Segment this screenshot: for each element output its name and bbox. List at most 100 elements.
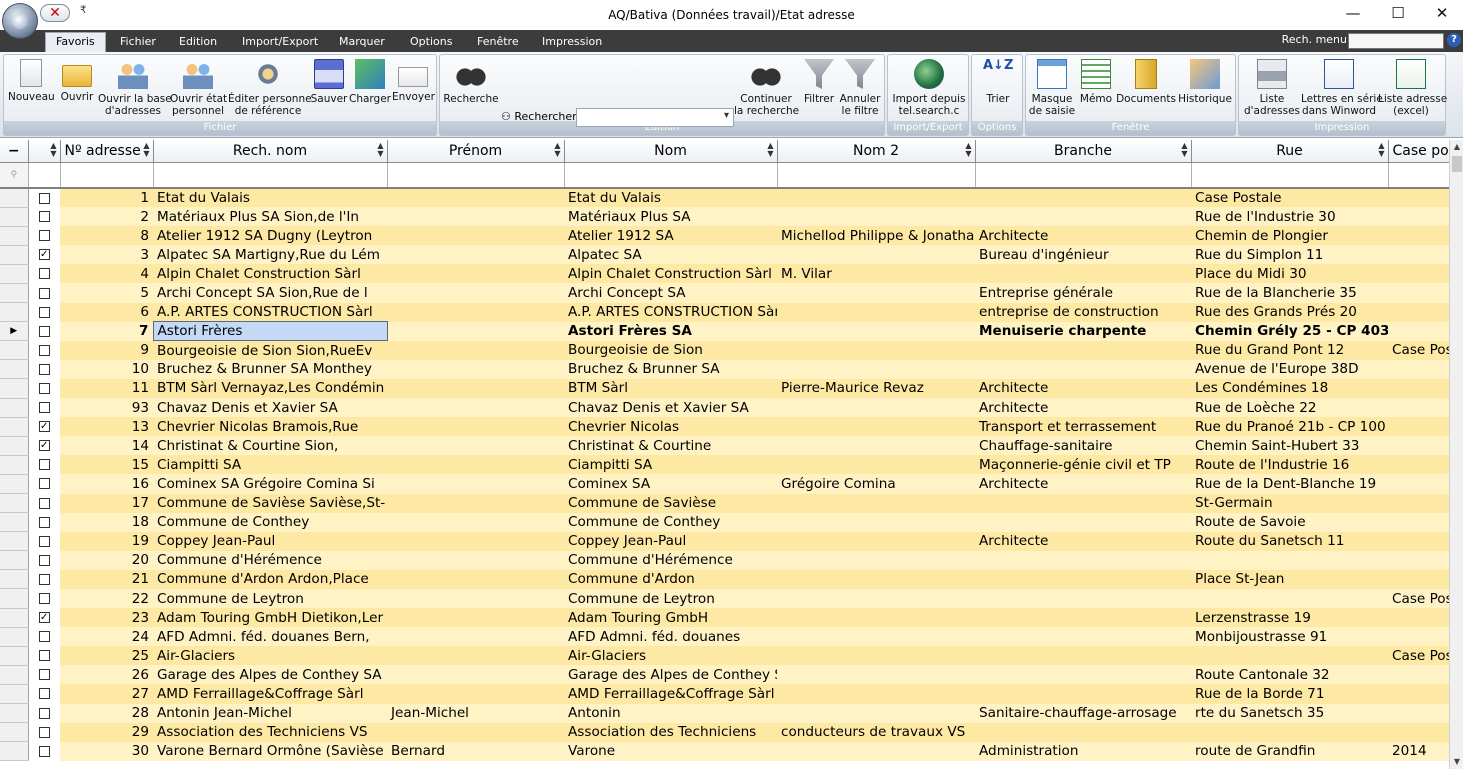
scroll-down-icon[interactable]: ▼ [1450, 755, 1463, 769]
cell-branche[interactable]: entreprise de construction [975, 302, 1191, 322]
cell-branche[interactable]: Architecte [975, 474, 1191, 494]
cell-no-adresse[interactable]: 2 [60, 207, 153, 227]
cell-rech-nom[interactable]: AMD Ferraillage&Coffrage Sàrl [153, 684, 387, 704]
cell-prenom[interactable] [387, 474, 564, 494]
cell-branche[interactable] [975, 264, 1191, 284]
ouvrir-button[interactable]: Ouvrir [58, 59, 96, 103]
memo-button[interactable]: Mémo [1078, 59, 1114, 105]
row-indicator[interactable] [0, 436, 29, 456]
tab-marquer[interactable]: Marquer [329, 34, 395, 52]
cell-nom[interactable]: Commune de Conthey [564, 512, 777, 532]
cell-rue[interactable]: Place du Midi 30 [1191, 264, 1388, 284]
cell-branche[interactable] [975, 608, 1191, 628]
cell-nom2[interactable] [777, 436, 975, 456]
cell-rue[interactable] [1191, 550, 1388, 570]
cell-rue[interactable]: Rue de la Borde 71 [1191, 684, 1388, 704]
table-row[interactable]: 10 Bruchez & Brunner SA Monthey Bruchez & … [0, 359, 1449, 380]
cell-branche[interactable] [975, 550, 1191, 570]
ouvrir-base-adresses-button[interactable]: Ouvrir la base d'adresses [98, 59, 172, 117]
cell-no-adresse[interactable]: 16 [60, 474, 153, 494]
cell-no-adresse[interactable]: 17 [60, 493, 153, 513]
cell-rue[interactable]: Les Condémines 18 [1191, 378, 1388, 399]
row-indicator[interactable] [0, 398, 29, 418]
cell-case-postale[interactable] [1388, 321, 1449, 341]
cell-nom2[interactable] [777, 493, 975, 513]
row-indicator[interactable] [0, 474, 29, 495]
historique-button[interactable]: Historique [1176, 59, 1234, 105]
filtrer-button[interactable]: Filtrer [802, 59, 836, 105]
cell-branche[interactable]: Architecte [975, 226, 1191, 246]
cell-no-adresse[interactable]: 3 [60, 245, 153, 265]
cell-rue[interactable]: Rue de la Blancherie 35 [1191, 283, 1388, 303]
cell-nom2[interactable] [777, 512, 975, 532]
row-indicator[interactable] [0, 665, 29, 685]
cell-case-postale[interactable] [1388, 474, 1449, 494]
row-indicator[interactable] [0, 608, 29, 628]
liste-adresse-excel-button[interactable]: Liste adresse (excel) [1378, 59, 1447, 117]
cell-rech-nom[interactable]: Chavaz Denis et Xavier SA [153, 398, 387, 418]
row-checkbox[interactable] [38, 726, 50, 738]
cell-nom2[interactable] [777, 684, 975, 704]
row-checkbox[interactable] [38, 478, 50, 490]
cell-case-postale[interactable] [1388, 398, 1449, 418]
tab-edition[interactable]: Edition [169, 34, 227, 52]
cell-case-postale[interactable] [1388, 722, 1449, 742]
cell-nom[interactable]: Adam Touring GmbH [564, 608, 777, 628]
cell-no-adresse[interactable]: 22 [60, 588, 153, 609]
cell-nom[interactable]: Christinat & Courtine [564, 436, 777, 456]
cell-rech-nom[interactable]: Astori Frères [152, 321, 388, 342]
cell-nom2[interactable] [777, 588, 975, 609]
cell-nom2[interactable]: conducteurs de travaux VS [777, 722, 975, 742]
cell-nom[interactable]: Chavaz Denis et Xavier SA [564, 398, 777, 418]
cell-nom[interactable]: BTM Sàrl [564, 378, 777, 399]
cell-case-postale[interactable] [1388, 569, 1449, 589]
row-indicator[interactable] [0, 493, 29, 514]
cell-nom2[interactable]: Pierre-Maurice Revaz [777, 378, 975, 399]
scroll-up-icon[interactable]: ▲ [1450, 140, 1463, 154]
cell-nom[interactable]: Matériaux Plus SA [564, 207, 777, 227]
row-checkbox[interactable] [38, 669, 50, 681]
table-row[interactable]: 22 Commune de Leytron Commune de Leytron Ca… [0, 588, 1449, 609]
table-row[interactable]: 24 AFD Admni. féd. douanes Bern, AFD Admni… [0, 627, 1449, 647]
cell-nom[interactable]: Etat du Valais [564, 188, 777, 208]
row-checkbox[interactable] [38, 230, 50, 242]
tab-import-export[interactable]: Import/Export [232, 34, 328, 52]
cell-branche[interactable] [975, 588, 1191, 609]
maximize-button[interactable]: ☐ [1376, 0, 1420, 28]
cell-nom[interactable]: Chevrier Nicolas [564, 417, 777, 437]
cell-prenom[interactable] [387, 665, 564, 685]
cell-prenom[interactable] [387, 264, 564, 284]
cell-case-postale[interactable] [1388, 493, 1449, 513]
envoyer-button[interactable]: Envoyer [392, 59, 435, 103]
table-row[interactable]: 16 Cominex SA Grégoire Comina Si Cominex S… [0, 474, 1449, 495]
cell-nom2[interactable] [777, 741, 975, 761]
filter-cell[interactable] [1388, 162, 1449, 189]
row-checkbox[interactable] [38, 344, 50, 356]
cell-branche[interactable] [975, 684, 1191, 704]
cell-prenom[interactable] [387, 455, 564, 475]
cell-nom2[interactable]: M. Vilar [777, 264, 975, 284]
table-row[interactable]: 15 Ciampitti SA Ciampitti SA Maçonnerie-gén… [0, 455, 1449, 475]
row-indicator[interactable] [0, 512, 29, 533]
cell-nom[interactable]: Bourgeoisie de Sion [564, 340, 777, 360]
row-checkbox[interactable] [38, 325, 50, 337]
cell-rech-nom[interactable]: Garage des Alpes de Conthey SA [153, 665, 387, 685]
cell-nom2[interactable] [777, 359, 975, 379]
ouvrir-etat-personnel-button[interactable]: Ouvrir état personnel [170, 59, 227, 117]
filter-cell[interactable] [564, 162, 778, 189]
row-checkbox[interactable] [38, 535, 50, 547]
cell-no-adresse[interactable]: 27 [60, 684, 153, 704]
cell-branche[interactable] [975, 569, 1191, 589]
header-branche[interactable]: Branche ▲ ▼ [975, 140, 1192, 163]
cell-no-adresse[interactable]: 29 [60, 722, 153, 742]
cell-nom[interactable]: Commune d'Hérémence [564, 550, 777, 570]
header-prenom[interactable]: Prénom ▲ ▼ [387, 140, 565, 163]
cell-no-adresse[interactable]: 23 [60, 608, 153, 628]
charger-button[interactable]: Charger [349, 59, 391, 105]
filter-cell[interactable] [975, 162, 1192, 189]
cell-rue[interactable]: Route de Savoie [1191, 512, 1388, 532]
cell-rue[interactable] [1191, 646, 1388, 666]
cell-rech-nom[interactable]: Cominex SA Grégoire Comina Si [153, 474, 387, 494]
cell-no-adresse[interactable]: 30 [60, 741, 153, 761]
row-indicator[interactable] [0, 378, 29, 399]
